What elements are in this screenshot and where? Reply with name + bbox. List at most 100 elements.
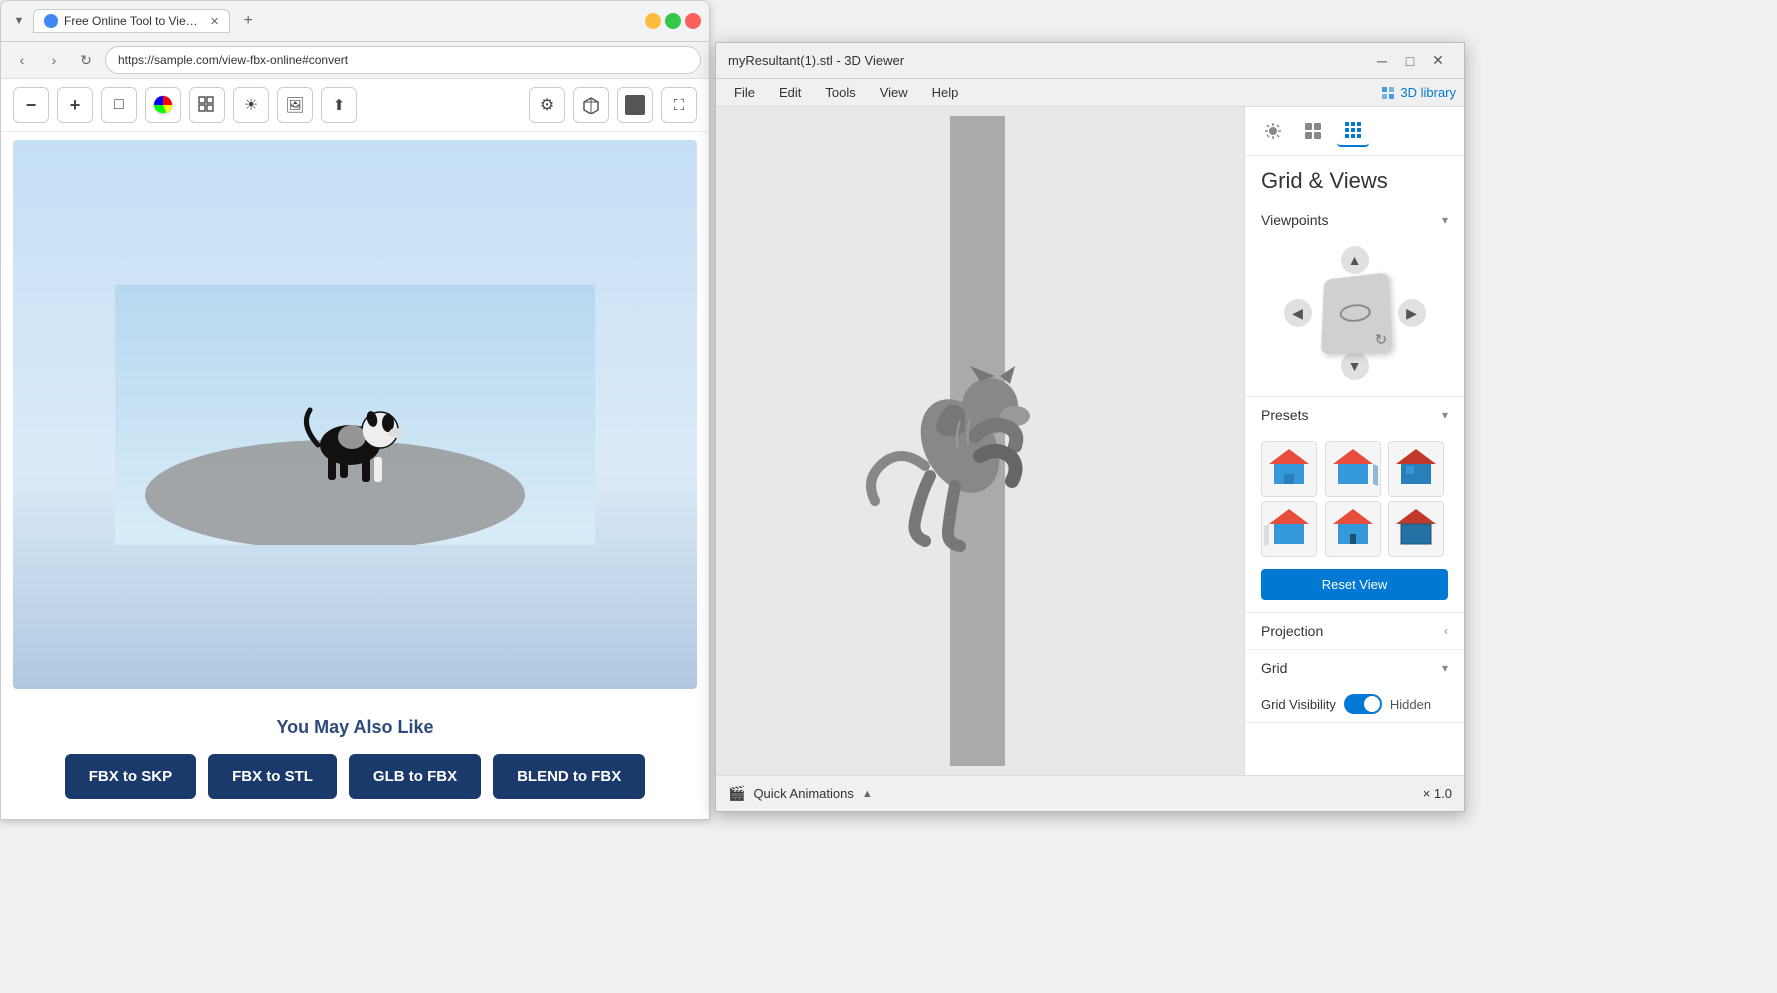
viewer-toolbar: − + □ <box>1 79 709 132</box>
panel-title: Grid & Views <box>1245 156 1464 202</box>
active-tab[interactable]: Free Online Tool to View 3D F8 ✕ <box>33 9 230 33</box>
new-tab-btn[interactable]: + <box>234 7 262 35</box>
grid-views-icon <box>1344 121 1362 139</box>
preset-house-5-icon <box>1328 504 1378 554</box>
refresh-btn[interactable]: ↻ <box>73 47 99 73</box>
grid-visibility-state: Hidden <box>1390 697 1431 712</box>
preset-house-2-icon <box>1328 444 1378 494</box>
projection-chevron: ‹ <box>1444 624 1448 638</box>
menu-tools[interactable]: Tools <box>815 81 865 104</box>
browser-maximize-btn[interactable] <box>665 13 681 29</box>
animation-speed: × 1.0 <box>1423 786 1452 801</box>
viewer-bottom-bar: 🎬 Quick Animations ▲ × 1.0 <box>716 775 1464 811</box>
vp-down-btn[interactable]: ▼ <box>1341 352 1369 380</box>
reset-view-btn[interactable]: Reset View <box>1261 569 1448 600</box>
viewer-maximize-btn[interactable]: □ <box>1396 47 1424 75</box>
preset-item-4[interactable] <box>1261 501 1317 557</box>
preset-item-1[interactable] <box>1261 441 1317 497</box>
tab-favicon <box>44 14 58 28</box>
grid-section: Grid ▾ Grid Visibility Hidden <box>1245 650 1464 723</box>
browser-titlebar: ▼ Free Online Tool to View 3D F8 ✕ + <box>1 1 709 42</box>
fbx-to-skp-btn[interactable]: FBX to SKP <box>65 754 196 799</box>
presets-header[interactable]: Presets ▾ <box>1245 397 1464 433</box>
blend-to-fbx-btn[interactable]: BLEND to FBX <box>493 754 645 799</box>
glb-to-fbx-btn[interactable]: GLB to FBX <box>349 754 481 799</box>
preset-house-1-icon <box>1264 444 1314 494</box>
fbx-to-stl-btn[interactable]: FBX to STL <box>208 754 337 799</box>
sun-icon <box>1264 122 1282 140</box>
toggle-knob <box>1364 696 1380 712</box>
animations-chevron[interactable]: ▲ <box>862 788 873 800</box>
menu-view[interactable]: View <box>870 81 918 104</box>
vp-up-btn[interactable]: ▲ <box>1341 246 1369 274</box>
settings-btn[interactable]: ⚙ <box>529 87 565 123</box>
view-box-btn[interactable] <box>617 87 653 123</box>
material-icon <box>1304 122 1322 140</box>
also-like-title: You May Also Like <box>21 717 689 738</box>
tab-bar: Free Online Tool to View 3D F8 ✕ + <box>33 7 633 35</box>
viewer-title: myResultant(1).stl - 3D Viewer <box>728 53 1368 68</box>
back-btn[interactable]: ‹ <box>9 47 35 73</box>
preset-house-6-icon <box>1391 504 1441 554</box>
frame-btn[interactable]: □ <box>101 87 137 123</box>
preset-item-2[interactable] <box>1325 441 1381 497</box>
forward-btn[interactable]: › <box>41 47 67 73</box>
preset-item-5[interactable] <box>1325 501 1381 557</box>
presets-section: Presets ▾ <box>1245 397 1464 613</box>
right-panel: Grid & Views Viewpoints ▾ ▲ ◀ <box>1244 107 1464 775</box>
zoom-out-btn[interactable]: − <box>13 87 49 123</box>
viewer-titlebar: myResultant(1).stl - 3D Viewer ─ □ ✕ <box>716 43 1464 79</box>
grid-visibility-toggle[interactable] <box>1344 694 1382 714</box>
tab-dropdown-btn[interactable]: ▼ <box>9 11 29 31</box>
cube-face-icon <box>1335 299 1374 326</box>
viewer-scene-svg <box>730 116 1230 766</box>
image-btn[interactable]: 🖼 <box>277 87 313 123</box>
presets-chevron: ▾ <box>1442 408 1448 422</box>
menu-file[interactable]: File <box>724 81 765 104</box>
viewer-menubar: File Edit Tools View Help 3D library <box>716 79 1464 107</box>
menu-3dlibrary[interactable]: 3D library <box>1380 85 1456 101</box>
grid-visibility-row: Grid Visibility Hidden <box>1245 686 1464 722</box>
panel-icon-row <box>1245 107 1464 156</box>
view-cube-btn[interactable] <box>573 87 609 123</box>
vp-right-btn[interactable]: ▶ <box>1398 299 1426 327</box>
viewpoints-section: Viewpoints ▾ ▲ ◀ <box>1245 202 1464 397</box>
preset-item-6[interactable] <box>1388 501 1444 557</box>
browser-minimize-btn[interactable] <box>645 13 661 29</box>
grid-header[interactable]: Grid ▾ <box>1245 650 1464 686</box>
viewer-minimize-btn[interactable]: ─ <box>1368 47 1396 75</box>
view-cube[interactable]: ↻ <box>1320 272 1391 354</box>
quick-animations-icon: 🎬 <box>728 785 745 802</box>
fullscreen-btn[interactable]: ⛶ <box>661 87 697 123</box>
viewer-close-btn[interactable]: ✕ <box>1424 47 1452 75</box>
dog-scene-svg <box>115 285 595 545</box>
browser-content: − + □ <box>1 79 709 819</box>
menu-help[interactable]: Help <box>922 81 969 104</box>
browser-controls: ‹ › ↻ <box>1 42 709 79</box>
projection-header[interactable]: Projection ‹ <box>1245 613 1464 649</box>
grid-icon <box>198 96 216 114</box>
brightness-btn[interactable]: ☀ <box>233 87 269 123</box>
tab-close-btn[interactable]: ✕ <box>210 15 219 28</box>
viewpoints-header[interactable]: Viewpoints ▾ <box>1245 202 1464 238</box>
menu-edit[interactable]: Edit <box>769 81 811 104</box>
grid-chevron: ▾ <box>1442 661 1448 675</box>
color-wheel-btn[interactable] <box>145 87 181 123</box>
presets-grid <box>1245 433 1464 565</box>
upload-btn[interactable]: ⬆ <box>321 87 357 123</box>
viewpoints-chevron: ▾ <box>1442 213 1448 227</box>
viewpoints-content: ▲ ◀ <box>1245 238 1464 396</box>
preset-item-3[interactable] <box>1388 441 1444 497</box>
panel-grid-btn[interactable] <box>1337 115 1369 147</box>
address-bar[interactable] <box>105 46 701 74</box>
grid-btn[interactable] <box>189 87 225 123</box>
3dlibrary-icon <box>1380 85 1396 101</box>
browser-close-btn[interactable] <box>685 13 701 29</box>
tab-title: Free Online Tool to View 3D F8 <box>64 14 204 28</box>
quick-animations-label: Quick Animations <box>753 786 853 801</box>
panel-material-btn[interactable] <box>1297 115 1329 147</box>
zoom-in-btn[interactable]: + <box>57 87 93 123</box>
vp-left-btn[interactable]: ◀ <box>1284 299 1312 327</box>
panel-sun-btn[interactable] <box>1257 115 1289 147</box>
browser-3d-canvas <box>13 140 697 689</box>
